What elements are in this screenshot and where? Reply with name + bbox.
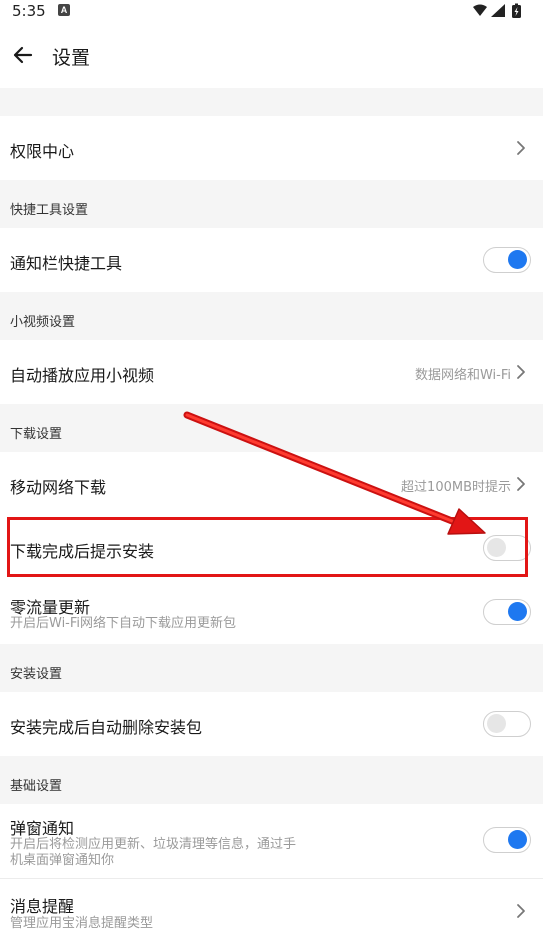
toggle-knob <box>508 250 527 269</box>
status-icons <box>473 3 521 18</box>
wifi-icon <box>473 4 487 16</box>
toggle-knob <box>487 538 506 557</box>
notification-icon: A <box>58 4 70 16</box>
download-group: 移动网络下载 超过100MB时提示 下载完成后提示安装 零流量更新 开启后Wi-… <box>0 452 543 644</box>
arrow-left-icon[interactable] <box>10 42 36 68</box>
status-bar: 5:35 A <box>0 0 543 22</box>
message-reminder-row[interactable]: 消息提醒 管理应用宝消息提醒类型 <box>0 879 543 943</box>
popup-notify-row[interactable]: 弹窗通知 开启后将检测应用更新、垃圾清理等信息，通过手 机桌面弹窗通知你 <box>0 804 543 878</box>
chevron-right-icon <box>517 141 525 155</box>
page-title: 设置 <box>52 47 91 69</box>
status-time: 5:35 <box>12 2 46 20</box>
zero-traffic-toggle[interactable] <box>483 599 531 625</box>
toggle-knob <box>508 602 527 621</box>
auto-delete-label: 安装完成后自动删除安装包 <box>10 718 203 737</box>
popup-notify-sub-line1: 开启后将检测应用更新、垃圾清理等信息，通过手 <box>10 837 297 852</box>
section-header-download: 下载设置 <box>10 427 63 442</box>
popup-notify-label: 弹窗通知 <box>10 819 75 838</box>
basic-group: 弹窗通知 开启后将检测应用更新、垃圾清理等信息，通过手 机桌面弹窗通知你 消息提… <box>0 804 543 946</box>
toggle-knob <box>487 714 506 733</box>
section-header-video: 小视频设置 <box>10 315 76 330</box>
zero-traffic-sub: 开启后Wi-Fi网络下自动下载应用更新包 <box>10 616 237 631</box>
auto-delete-row[interactable]: 安装完成后自动删除安装包 <box>0 692 543 756</box>
notify-bar-label: 通知栏快捷工具 <box>10 254 123 273</box>
autoplay-video-row[interactable]: 自动播放应用小视频 数据网络和Wi-Fi <box>0 340 543 404</box>
message-reminder-label: 消息提醒 <box>10 897 75 916</box>
app-bar: 设置 <box>0 22 543 88</box>
mobile-download-value: 超过100MB时提示 <box>401 480 511 495</box>
popup-notify-sub-line2: 机桌面弹窗通知你 <box>10 853 115 868</box>
toggle-knob <box>508 830 527 849</box>
prompt-install-toggle[interactable] <box>483 535 531 561</box>
autoplay-video-value: 数据网络和Wi-Fi <box>414 368 511 383</box>
signal-icon <box>491 4 505 17</box>
prompt-install-label: 下载完成后提示安装 <box>10 542 155 561</box>
message-reminder-sub: 管理应用宝消息提醒类型 <box>10 916 154 931</box>
battery-icon <box>512 3 521 18</box>
notify-bar-row[interactable]: 通知栏快捷工具 <box>0 228 543 292</box>
zero-traffic-row[interactable]: 零流量更新 开启后Wi-Fi网络下自动下载应用更新包 <box>0 580 543 644</box>
chevron-right-icon <box>517 365 525 379</box>
auto-delete-toggle[interactable] <box>483 711 531 737</box>
permissions-row[interactable]: 权限中心 <box>0 116 543 180</box>
mobile-download-row[interactable]: 移动网络下载 超过100MB时提示 <box>0 452 543 516</box>
autoplay-video-label: 自动播放应用小视频 <box>10 366 155 385</box>
popup-notify-toggle[interactable] <box>483 827 531 853</box>
section-header-shortcut: 快捷工具设置 <box>10 203 89 218</box>
chevron-right-icon <box>517 477 525 491</box>
zero-traffic-label: 零流量更新 <box>10 598 91 617</box>
prompt-install-row[interactable]: 下载完成后提示安装 <box>0 518 543 580</box>
notify-bar-toggle[interactable] <box>483 247 531 273</box>
section-header-basic: 基础设置 <box>10 779 63 794</box>
chevron-right-icon <box>517 904 525 918</box>
mobile-download-label: 移动网络下载 <box>10 478 107 497</box>
section-header-install: 安装设置 <box>10 667 63 682</box>
permissions-label: 权限中心 <box>10 142 75 161</box>
